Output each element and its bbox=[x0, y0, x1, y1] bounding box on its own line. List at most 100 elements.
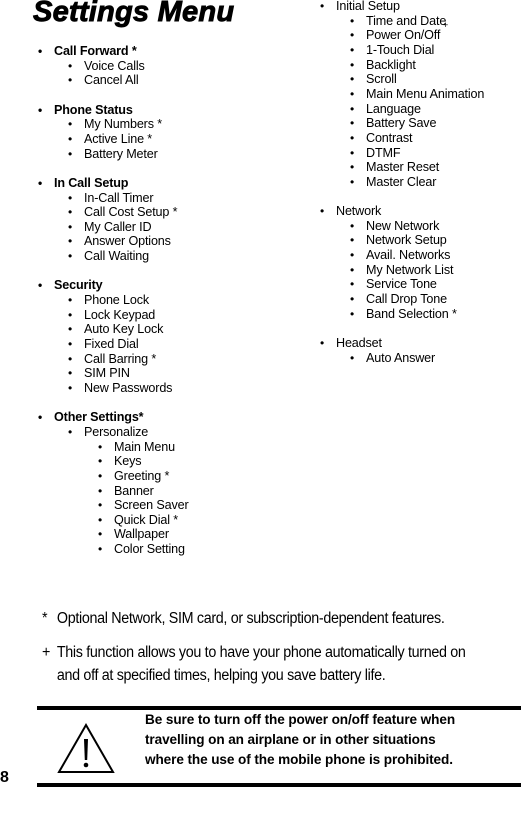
bullet-icon: • bbox=[68, 117, 73, 132]
menu-item-label: Initial Setup bbox=[336, 0, 400, 13]
menu-item-label: Battery Save bbox=[366, 116, 437, 131]
menu-item-label: Cancel All bbox=[84, 73, 139, 88]
menu-item-label: Network Setup bbox=[366, 233, 447, 248]
bullet-icon: • bbox=[38, 102, 43, 117]
bullet-icon: • bbox=[68, 131, 73, 146]
footnote-mark: * bbox=[42, 610, 48, 627]
menu-item-label: Phone Status bbox=[54, 102, 133, 117]
bullet-icon: • bbox=[98, 483, 103, 498]
bullet-icon: • bbox=[350, 277, 355, 292]
menu-item-label: Call Waiting bbox=[84, 249, 149, 264]
warning-line: travelling on an airplane or in other si… bbox=[145, 732, 436, 747]
footnote-mark: + bbox=[443, 20, 449, 31]
menu-item-label: My Caller ID bbox=[84, 219, 152, 234]
bullet-icon: • bbox=[350, 116, 355, 131]
bullet-icon: • bbox=[68, 234, 73, 249]
bullet-icon: • bbox=[68, 307, 73, 322]
bullet-icon: • bbox=[350, 174, 355, 189]
bullet-icon: • bbox=[38, 175, 43, 190]
menu-item-label: Auto Key Lock bbox=[84, 322, 164, 337]
bullet-icon: • bbox=[68, 58, 73, 73]
menu-item-label: Phone Lock bbox=[84, 293, 150, 308]
menu-item-label: Battery Meter bbox=[84, 146, 158, 161]
bullet-icon: • bbox=[350, 28, 355, 43]
menu-item-label: Power On/Off bbox=[366, 28, 441, 43]
bullet-icon: • bbox=[320, 0, 325, 13]
menu-item-label: SIM PIN bbox=[84, 366, 130, 381]
menu-item-label: Greeting * bbox=[114, 468, 170, 483]
menu-item-label: Personalize bbox=[84, 424, 149, 439]
menu-item-label: Scroll bbox=[366, 72, 397, 87]
bullet-icon: • bbox=[68, 205, 73, 220]
menu-item-label: In Call Setup bbox=[54, 175, 129, 190]
warning-line: Be sure to turn off the power on/off fea… bbox=[145, 712, 456, 727]
menu-item-label: Band Selection * bbox=[366, 306, 457, 321]
bullet-icon: • bbox=[350, 160, 355, 175]
menu-item-label: New Passwords bbox=[84, 380, 173, 395]
menu-item-label: Active Line * bbox=[84, 131, 153, 146]
menu-item-label: Main Menu Animation bbox=[366, 86, 485, 101]
menu-item-label: Other Settings* bbox=[54, 410, 144, 425]
menu-item-label: My Network List bbox=[366, 262, 454, 277]
bullet-icon: • bbox=[38, 44, 43, 58]
menu-item-label: Contrast bbox=[366, 130, 413, 145]
menu-item-label: Wallpaper bbox=[114, 527, 169, 542]
bullet-icon: • bbox=[68, 190, 73, 205]
menu-item-label: Auto Answer bbox=[366, 350, 436, 365]
bullet-icon: • bbox=[68, 366, 73, 381]
menu-item-label: Keys bbox=[114, 454, 142, 469]
menu-item-label: Quick Dial * bbox=[114, 512, 178, 527]
bullet-icon: • bbox=[350, 101, 355, 116]
menu-item-label: Headset bbox=[336, 335, 382, 350]
menu-item-label: Fixed Dial bbox=[84, 337, 139, 351]
bullet-icon: • bbox=[68, 249, 73, 264]
menu-item-label: Service Tone bbox=[366, 277, 437, 292]
menu-item-label: Avail. Networks bbox=[366, 248, 451, 263]
warning-triangle-icon bbox=[57, 722, 115, 773]
menu-item-label: Lock Keypad bbox=[84, 307, 156, 322]
bullet-icon: • bbox=[350, 233, 355, 248]
bullet-icon: • bbox=[98, 439, 103, 454]
bullet-icon: • bbox=[98, 512, 103, 527]
page-title: Settings Menu bbox=[33, 0, 235, 28]
menu-item-label: New Network bbox=[366, 218, 440, 233]
footnote-optional: * Optional Network, SIM card, or subscrip… bbox=[42, 607, 445, 630]
bullet-icon: • bbox=[68, 351, 73, 366]
bullet-icon: • bbox=[320, 335, 325, 350]
warning-text: Be sure to turn off the power on/off fea… bbox=[145, 710, 455, 770]
bullet-icon: • bbox=[68, 219, 73, 234]
footnote-text-continued: and off at specified times, helping you … bbox=[56, 667, 386, 684]
bullet-icon: • bbox=[98, 454, 103, 469]
bullet-icon: • bbox=[350, 248, 355, 263]
bullet-icon: • bbox=[350, 13, 355, 28]
bullet-icon: • bbox=[68, 424, 73, 439]
warning-line: where the use of the mobile phone is pro… bbox=[145, 752, 453, 767]
bullet-icon: • bbox=[38, 410, 43, 425]
bullet-icon: • bbox=[98, 468, 103, 483]
bullet-icon: • bbox=[68, 73, 73, 88]
bullet-icon: • bbox=[350, 306, 355, 321]
bullet-icon: • bbox=[98, 498, 103, 513]
menu-item-label: Call Cost Setup * bbox=[84, 205, 178, 220]
menu-item-label: My Numbers * bbox=[84, 117, 162, 132]
footnote-text: This function allows you to have your ph… bbox=[56, 644, 466, 661]
bullet-icon: • bbox=[68, 322, 73, 337]
menu-item-label: Time and Date bbox=[366, 13, 447, 28]
page-number: 8 bbox=[0, 769, 9, 786]
bullet-icon: • bbox=[68, 293, 73, 308]
menu-item-label: Call Barring * bbox=[84, 351, 157, 366]
bullet-icon: • bbox=[38, 278, 43, 293]
menu-item-label: Backlight bbox=[366, 57, 416, 72]
menu-item-label: 1-Touch Dial bbox=[366, 42, 435, 57]
menu-item-label: Screen Saver bbox=[114, 498, 189, 513]
menu-item-label: Call Forward * bbox=[54, 44, 137, 58]
bullet-icon: • bbox=[350, 130, 355, 145]
menu-item-label: Language bbox=[366, 101, 421, 116]
bullet-icon: • bbox=[68, 380, 73, 395]
bullet-icon: • bbox=[320, 204, 325, 219]
menu-item-label: Network bbox=[336, 204, 382, 219]
menu-item-label: Answer Options bbox=[84, 234, 171, 249]
bullet-icon: • bbox=[98, 527, 103, 542]
footnote-mark: + bbox=[42, 644, 51, 661]
menu-item-label: In-Call Timer bbox=[84, 190, 154, 205]
